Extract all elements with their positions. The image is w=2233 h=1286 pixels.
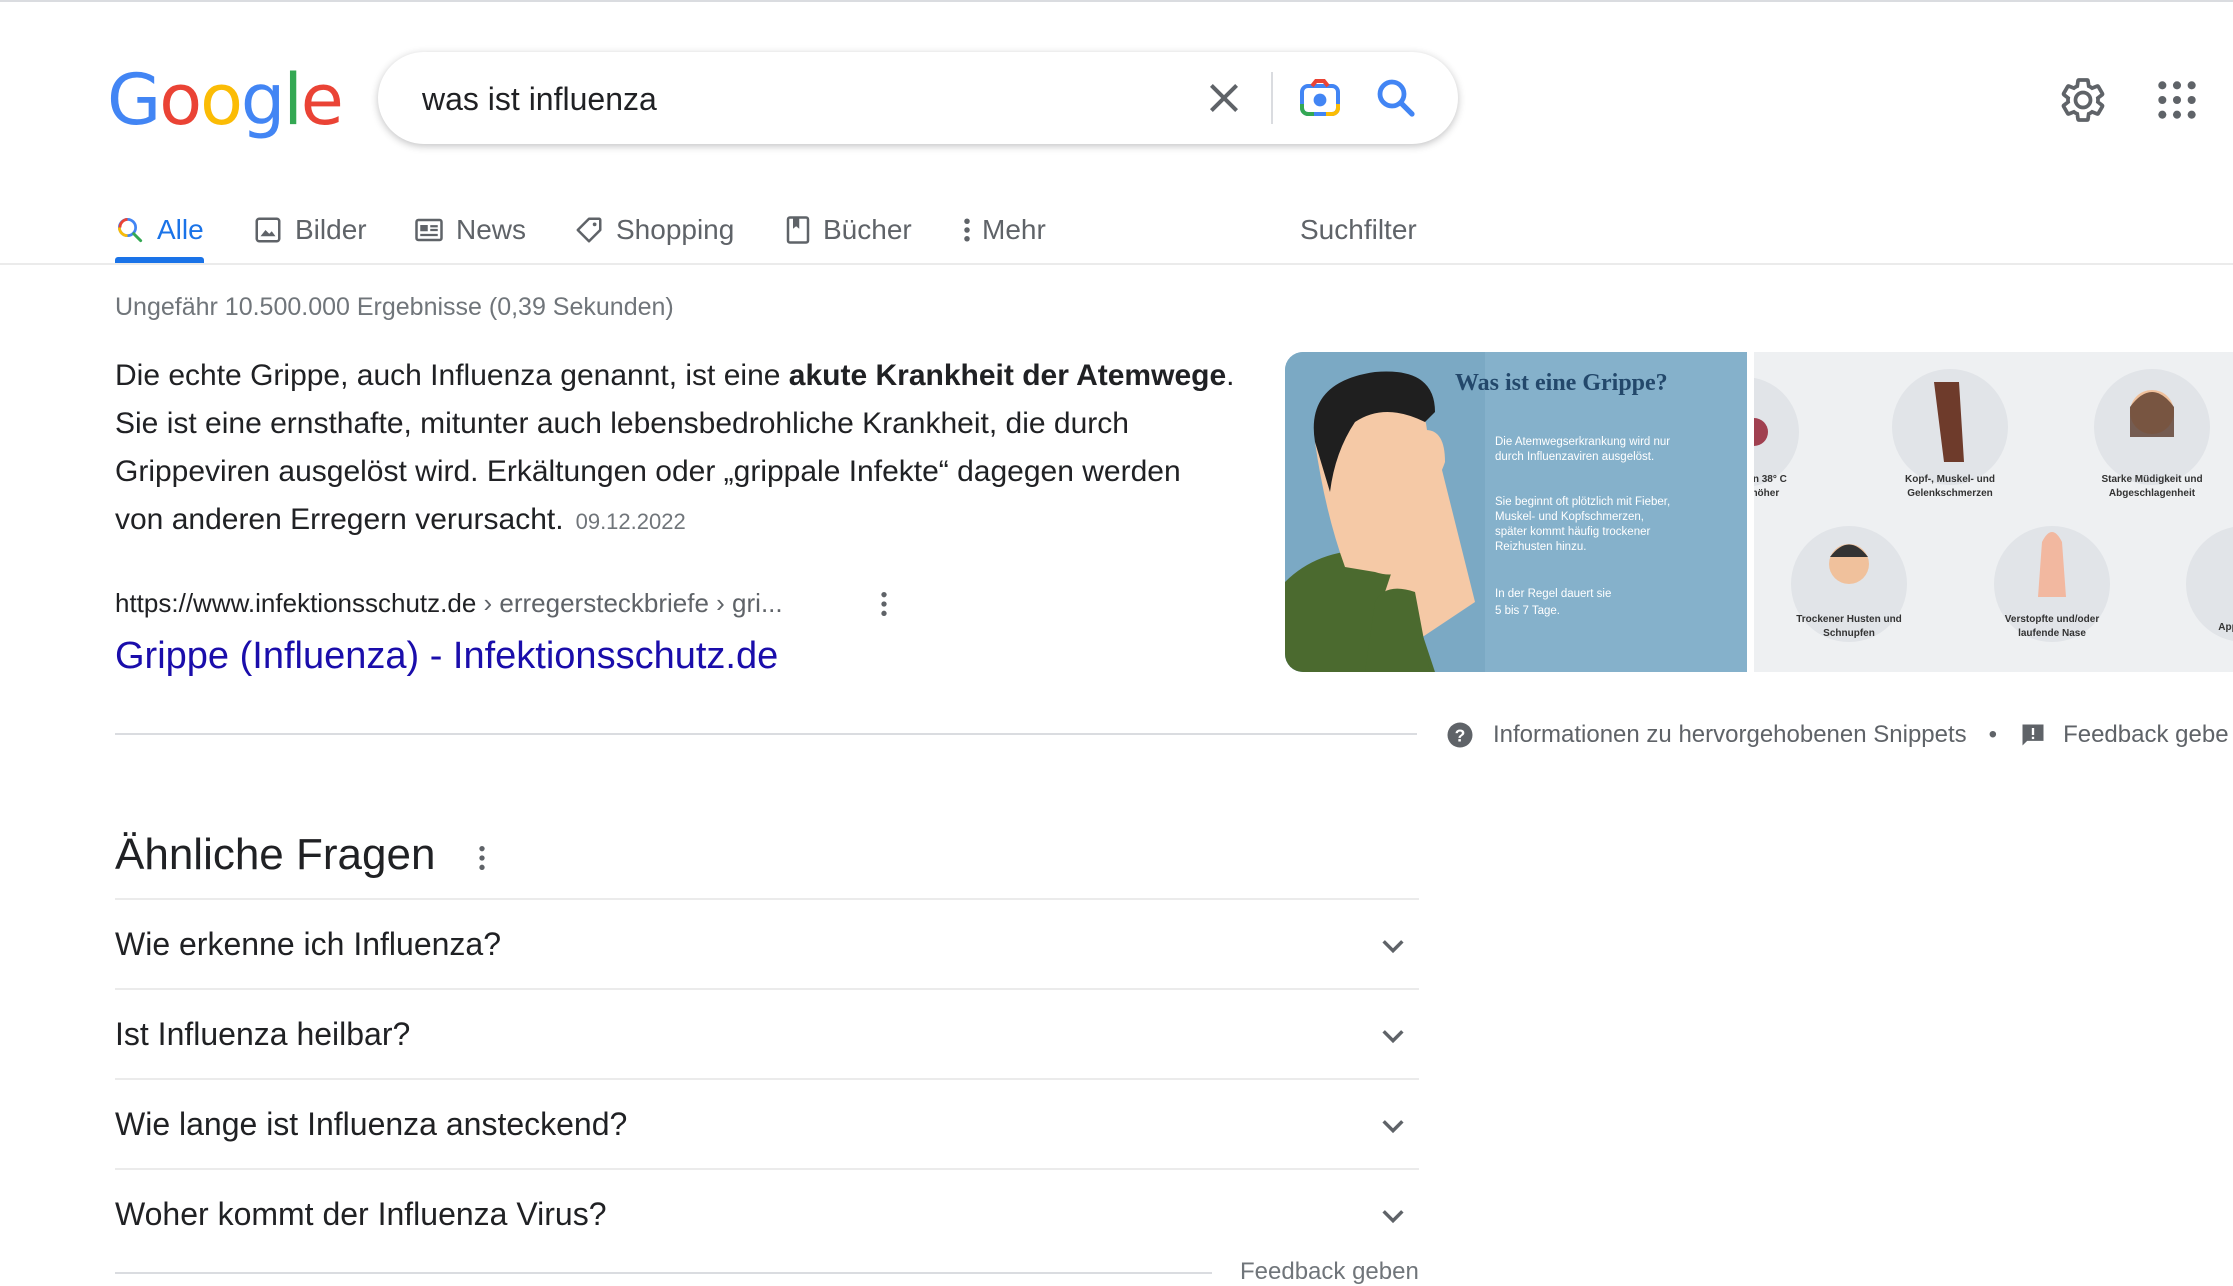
- paa-bottom-border: [115, 1272, 1212, 1274]
- tab-label: Bücher: [823, 214, 912, 245]
- paa-question: Wie lange ist Influenza ansteckend?: [115, 1106, 628, 1142]
- top-border: [0, 0, 2233, 2]
- paa-title: Ähnliche Fragen: [115, 830, 436, 879]
- image2-label: hen 38° C: [1754, 474, 1787, 485]
- image2-label: Schnupfen: [1823, 628, 1875, 639]
- image2-label: Kopf-, Muskel- und: [1905, 474, 1995, 485]
- featured-snippet-text: Die echte Grippe, auch Influenza genannt…: [115, 352, 1235, 546]
- image2-label: Verstopfte und/oder: [2005, 614, 2100, 625]
- chevron-down-icon: [1382, 940, 1404, 954]
- settings-gear-icon[interactable]: [2058, 75, 2108, 125]
- tab-alle[interactable]: Alle: [115, 200, 204, 260]
- tab-bilder[interactable]: Bilder: [253, 200, 367, 260]
- snippet-info-bar: ? Informationen zu hervorgehobenen Snipp…: [1445, 720, 2229, 750]
- result-stats: Ungefähr 10.500.000 Ergebnisse (0,39 Sek…: [115, 293, 674, 321]
- help-icon[interactable]: ?: [1445, 720, 1475, 750]
- image2-label: Abgeschlagenheit: [2109, 488, 2196, 499]
- image1-line: Die Atemwegserkrankung wird nur: [1495, 436, 1670, 448]
- snippet-info-link[interactable]: Informationen zu hervorgehobenen Snippet…: [1493, 721, 1967, 749]
- paa-feedback-link[interactable]: Feedback geben: [1240, 1258, 1419, 1286]
- result-title-link[interactable]: Grippe (Influenza) - Infektionsschutz.de: [115, 635, 778, 678]
- image1-line: 5 bis 7 Tage.: [1495, 605, 1560, 617]
- info-dot: •: [1988, 721, 1998, 748]
- image1-line: Reizhusten hinzu.: [1495, 541, 1586, 553]
- image1-line: durch Influenzaviren ausgelöst.: [1495, 451, 1654, 463]
- suchfilter-label: Suchfilter: [1300, 214, 1417, 245]
- result-menu-icon[interactable]: [874, 588, 894, 620]
- tag-icon: [576, 217, 602, 243]
- image2-label: laufende Nase: [2018, 628, 2086, 639]
- image2-label: Trockener Husten und: [1796, 614, 1902, 625]
- paa-question: Ist Influenza heilbar?: [115, 1016, 411, 1052]
- image1-line: Sie beginnt oft plötzlich mit Fieber,: [1495, 496, 1670, 508]
- snippet-text-before: Die echte Grippe, auch Influenza genannt…: [115, 359, 789, 392]
- search-icon[interactable]: [1372, 74, 1420, 122]
- search-box: [378, 52, 1458, 144]
- paa-question-row[interactable]: Woher kommt der Influenza Virus?: [115, 1168, 1419, 1260]
- paa-question-row[interactable]: Ist Influenza heilbar?: [115, 988, 1419, 1080]
- snippet-date: 09.12.2022: [575, 509, 686, 534]
- paa-menu-icon[interactable]: [474, 842, 490, 874]
- tab-label: Mehr: [982, 214, 1046, 245]
- image2-label: App: [2218, 622, 2233, 633]
- image2-label: Gelenkschmerzen: [1907, 488, 1993, 499]
- snippet-image-grippe[interactable]: Was ist eine Grippe? Die Atemwegserkrank…: [1285, 352, 1747, 672]
- clear-icon[interactable]: [1200, 74, 1248, 122]
- image1-line: später kommt häufig trockener: [1495, 526, 1650, 538]
- feedback-link[interactable]: Feedback gebe: [2063, 721, 2228, 749]
- chevron-down-icon: [1382, 1030, 1404, 1044]
- tab-mehr[interactable]: Mehr: [962, 200, 1046, 260]
- tab-label: News: [456, 214, 527, 245]
- news-icon: [415, 218, 443, 242]
- chevron-down-icon: [1382, 1210, 1404, 1224]
- svg-text:?: ?: [1455, 725, 1466, 745]
- suchfilter-button[interactable]: Suchfilter: [1300, 200, 1417, 260]
- more-vert-icon: [964, 218, 970, 242]
- image2-label: r höher: [1754, 488, 1779, 499]
- feedback-icon[interactable]: [2019, 721, 2047, 749]
- search-input[interactable]: [420, 74, 1124, 124]
- tabs-divider: [0, 263, 2233, 265]
- camera-lens-icon[interactable]: [1296, 74, 1344, 122]
- snippet-separator: [115, 733, 1417, 735]
- paa-question-row[interactable]: Wie lange ist Influenza ansteckend?: [115, 1078, 1419, 1170]
- tab-news[interactable]: News: [414, 200, 526, 260]
- image2-label: Starke Müdigkeit und: [2101, 474, 2202, 485]
- book-icon: [786, 216, 810, 244]
- tab-label: Alle: [157, 214, 204, 245]
- tab-buecher[interactable]: Bücher: [785, 200, 912, 260]
- tab-shopping[interactable]: Shopping: [574, 200, 734, 260]
- image1-title: Was ist eine Grippe?: [1455, 370, 1668, 396]
- url-path: › erregersteckbriefe › gri...: [476, 588, 783, 618]
- image1-line: Muskel- und Kopfschmerzen,: [1495, 511, 1644, 523]
- google-logo[interactable]: Google: [107, 60, 344, 140]
- tab-label: Shopping: [616, 214, 735, 245]
- result-url[interactable]: https://www.infektionsschutz.de › errege…: [115, 588, 783, 619]
- paa-question: Woher kommt der Influenza Virus?: [115, 1196, 607, 1232]
- tab-label: Bilder: [295, 214, 367, 245]
- paa-question-row[interactable]: Wie erkenne ich Influenza?: [115, 898, 1419, 990]
- search-icon: [118, 218, 143, 243]
- search-divider: [1271, 72, 1273, 124]
- image-icon: [255, 217, 281, 243]
- url-domain: https://www.infektionsschutz.de: [115, 588, 477, 618]
- apps-grid-icon[interactable]: [2155, 78, 2199, 122]
- image1-line: In der Regel dauert sie: [1495, 588, 1611, 600]
- snippet-bold: akute Krankheit der Atemwege: [788, 359, 1227, 392]
- snippet-image-symptoms[interactable]: hen 38° C r höher Kopf-, Muskel- und Gel…: [1754, 352, 2233, 672]
- paa-question: Wie erkenne ich Influenza?: [115, 926, 501, 962]
- chevron-down-icon: [1382, 1120, 1404, 1134]
